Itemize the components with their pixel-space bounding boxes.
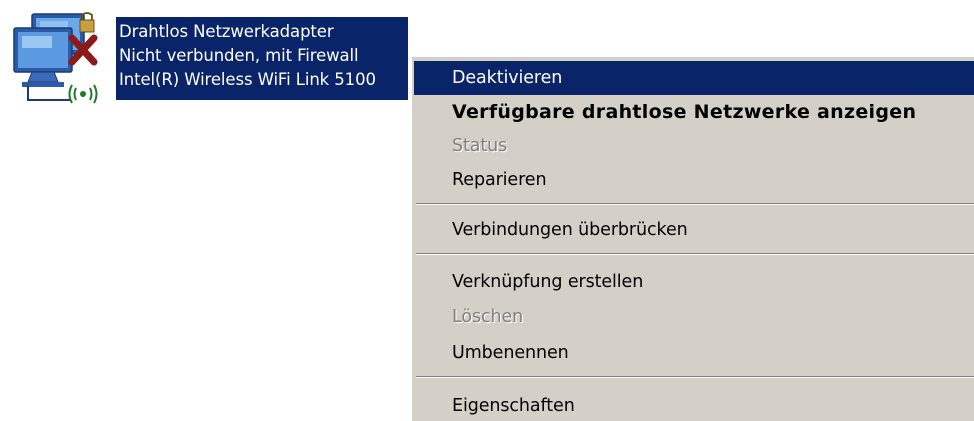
menu-item-verbindungen-ueberbruecken[interactable]: Verbindungen überbrücken [414,213,974,247]
menu-item-status: Status [452,136,508,156]
menu-item-deaktivieren[interactable]: Deaktivieren [414,61,974,95]
connection-status: Nicht verbunden, mit Firewall [119,46,359,65]
connection-device: Intel(R) Wireless WiFi Link 5100 [119,70,376,89]
menu-item-eigenschaften[interactable]: Eigenschaften [414,389,974,421]
network-adapter-disconnected-icon [13,12,98,104]
menu-separator [416,203,974,205]
menu-separator [416,253,974,255]
menu-item-loeschen: Löschen [452,307,524,327]
menu-item-verknuepfung-erstellen[interactable]: Verknüpfung erstellen [414,265,974,299]
desktop-stage: Drahtlos Netzwerkadapter Nicht verbunden… [0,0,974,421]
menu-separator [416,376,974,378]
connection-name: Drahtlos Netzwerkadapter [119,22,334,41]
menu-item-drahtlose-netzwerke-anzeigen[interactable]: Verfügbare drahtlose Netzwerke anzeigen [414,95,974,129]
menu-item-reparieren[interactable]: Reparieren [414,163,974,197]
context-menu: Deaktivieren Verfügbare drahtlose Netzwe… [410,55,974,421]
menu-item-umbenennen[interactable]: Umbenennen [414,336,974,370]
connection-label: Drahtlos Netzwerkadapter Nicht verbunden… [116,17,408,100]
network-connection-item[interactable]: Drahtlos Netzwerkadapter Nicht verbunden… [6,8,416,108]
